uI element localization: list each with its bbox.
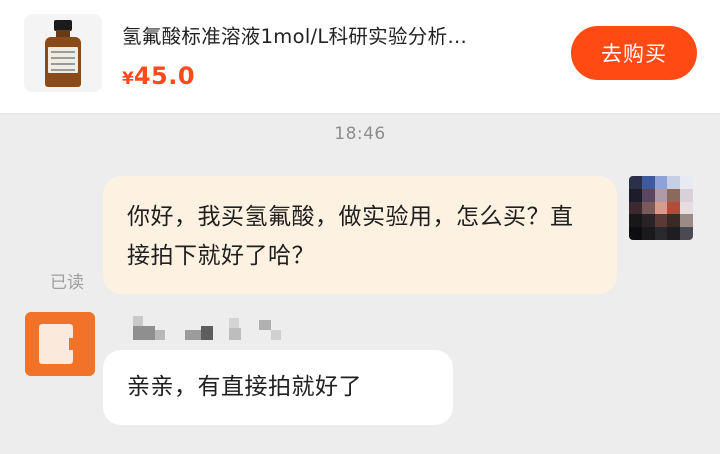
read-status: 已读 <box>50 273 84 293</box>
shop-logo-notch <box>69 338 83 350</box>
outgoing-message-bubble[interactable]: 你好，我买氢氟酸，做实验用，怎么买？直接拍下就好了哈？ <box>103 176 617 294</box>
price-currency: ¥ <box>122 69 134 89</box>
outgoing-message-text: 你好，我买氢氟酸，做实验用，怎么买？直接拍下就好了哈？ <box>127 204 574 269</box>
product-price: ¥45.0 <box>122 62 195 90</box>
incoming-message-bubble[interactable]: 亲亲，有直接拍就好了 <box>103 350 453 425</box>
product-title[interactable]: 氢氟酸标准溶液1mol/L科研实验分析… <box>122 20 554 49</box>
buy-button[interactable]: 去购买 <box>571 26 697 80</box>
self-avatar[interactable] <box>629 176 693 240</box>
shop-avatar[interactable] <box>25 312 95 376</box>
product-card[interactable]: 氢氟酸标准溶液1mol/L科研实验分析… ¥45.0 去购买 <box>0 0 720 114</box>
incoming-message-text: 亲亲，有直接拍就好了 <box>127 374 362 400</box>
product-image[interactable] <box>24 14 102 92</box>
message-timestamp: 18:46 <box>334 124 386 144</box>
bottle-label <box>48 47 78 73</box>
sender-name-blurred <box>133 316 293 342</box>
price-value: 45.0 <box>133 62 196 90</box>
shop-logo-shape <box>39 324 73 364</box>
